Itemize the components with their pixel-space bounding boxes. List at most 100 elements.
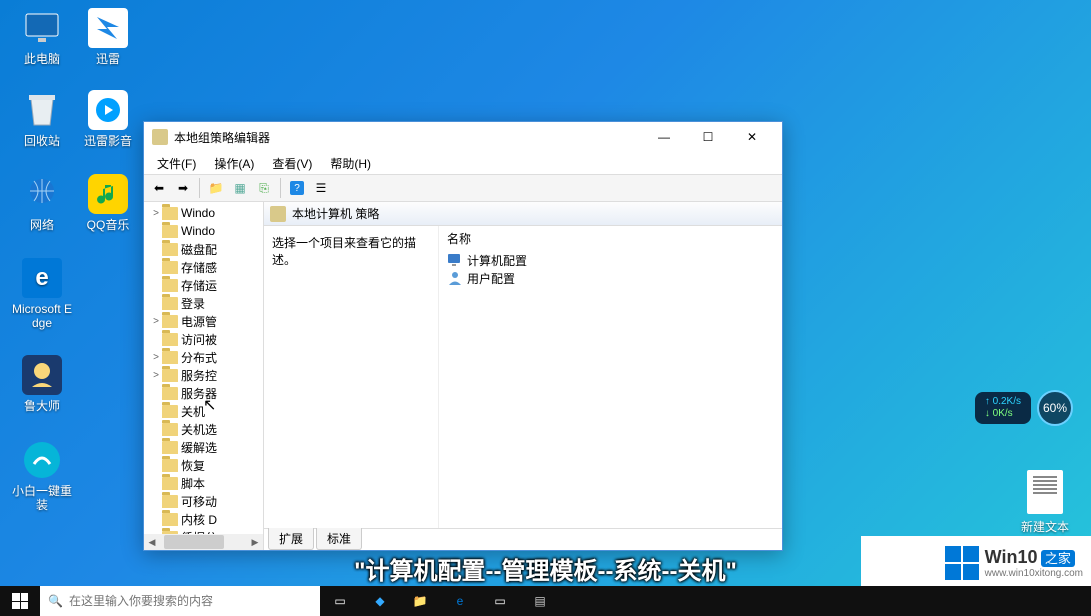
tree-item[interactable]: 关机选 xyxy=(144,420,263,438)
up-button[interactable]: 📁 xyxy=(205,177,227,199)
list-item-label: 用户配置 xyxy=(467,270,515,287)
tree-item[interactable]: 关机 xyxy=(144,402,263,420)
minimize-button[interactable]: — xyxy=(642,123,686,151)
scroll-left-icon[interactable]: ◀ xyxy=(144,534,160,550)
tree-item[interactable]: 磁盘配 xyxy=(144,240,263,258)
tree-item[interactable]: 服务器 xyxy=(144,384,263,402)
ludashi-icon xyxy=(22,355,62,395)
windows-logo-icon xyxy=(945,546,979,580)
tree-item-label: 可移动 xyxy=(181,493,217,510)
tree-item[interactable]: Windo xyxy=(144,222,263,240)
list-item-computer-config[interactable]: 计算机配置 xyxy=(447,251,774,269)
close-button[interactable]: ✕ xyxy=(730,123,774,151)
desktop-icon-label: QQ音乐 xyxy=(78,218,138,232)
tree-item[interactable]: 恢复 xyxy=(144,456,263,474)
tree-item[interactable]: > 分布式 xyxy=(144,348,263,366)
tree-item[interactable]: 存储感 xyxy=(144,258,263,276)
column-header-name[interactable]: 名称 xyxy=(447,230,774,247)
tree-item[interactable]: 内核 D xyxy=(144,510,263,528)
details-button[interactable]: ☰ xyxy=(310,177,332,199)
expand-icon[interactable]: > xyxy=(150,208,162,219)
toolbar: ⬅ ➡ 📁 ▦ ⎘ ? ☰ xyxy=(144,174,782,202)
desktop-icon-qqmusic[interactable]: QQ音乐 xyxy=(78,174,138,232)
folder-up-icon: 📁 xyxy=(209,181,224,195)
start-button[interactable] xyxy=(0,586,40,616)
description-pane: 选择一个项目来查看它的描述。 xyxy=(264,226,439,528)
menu-view[interactable]: 查看(V) xyxy=(264,153,320,174)
desktop-icon-ludashi[interactable]: 鲁大师 xyxy=(12,355,72,413)
export-button[interactable]: ⎘ xyxy=(253,177,275,199)
tree-item[interactable]: 存储运 xyxy=(144,276,263,294)
taskbar-app-2[interactable]: 📁 xyxy=(400,586,440,616)
titlebar[interactable]: 本地组策略编辑器 — ☐ ✕ xyxy=(144,122,782,152)
taskbar-app-3[interactable]: e xyxy=(440,586,480,616)
folder-icon xyxy=(162,351,178,364)
folder-icon xyxy=(162,441,178,454)
back-button[interactable]: ⬅ xyxy=(148,177,170,199)
tree-item-label: 分布式 xyxy=(181,349,217,366)
forward-button[interactable]: ➡ xyxy=(172,177,194,199)
network-monitor-widget[interactable]: ↑ 0.2K/s ↓ 0K/s 60% xyxy=(975,390,1073,426)
watermark-badge: 之家 xyxy=(1041,550,1075,567)
search-input[interactable] xyxy=(69,594,312,608)
menu-file[interactable]: 文件(F) xyxy=(149,153,204,174)
tree-item[interactable]: > 服务控 xyxy=(144,366,263,384)
tree-item[interactable]: 脚本 xyxy=(144,474,263,492)
upload-speed: 0.2K/s xyxy=(993,396,1021,407)
scroll-thumb[interactable] xyxy=(164,535,224,549)
horizontal-scrollbar[interactable]: ◀ ▶ xyxy=(144,534,263,550)
menu-help[interactable]: 帮助(H) xyxy=(322,153,379,174)
tree-item[interactable]: 登录 xyxy=(144,294,263,312)
tree-item-label: 服务控 xyxy=(181,367,217,384)
tree-item[interactable]: 可移动 xyxy=(144,492,263,510)
task-view-button[interactable]: ▭ xyxy=(320,586,360,616)
expand-icon[interactable]: > xyxy=(150,370,162,381)
folder-icon xyxy=(162,405,178,418)
desktop-icon-network[interactable]: 网络 xyxy=(12,174,72,232)
maximize-button[interactable]: ☐ xyxy=(686,123,730,151)
desktop-icon-label: 鲁大师 xyxy=(12,399,72,413)
taskbar: 🔍 ▭ ◆ 📁 e ▭ ▤ xyxy=(0,586,1091,616)
help-button[interactable]: ? xyxy=(286,177,308,199)
expand-icon[interactable]: > xyxy=(150,352,162,363)
xiaobai-icon xyxy=(22,440,62,480)
desktop-icon-xiaobai[interactable]: 小白一键重装 xyxy=(12,440,72,512)
folder-icon xyxy=(162,477,178,490)
tab-extended[interactable]: 扩展 xyxy=(268,528,314,550)
tab-standard[interactable]: 标准 xyxy=(316,528,362,550)
desktop-icon-recycle-bin[interactable]: 回收站 xyxy=(12,90,72,148)
content-pane: 本地计算机 策略 选择一个项目来查看它的描述。 名称 计算机配置 用户配置 xyxy=(264,202,782,550)
tree-item[interactable]: 缓解选 xyxy=(144,438,263,456)
desktop-icon-xunlei-video[interactable]: 迅雷影音 xyxy=(78,90,138,148)
scroll-right-icon[interactable]: ▶ xyxy=(247,534,263,550)
desktop-icon-label: 迅雷影音 xyxy=(78,134,138,148)
tree-pane[interactable]: >Windo Windo 磁盘配存储感存储运登录>电源管访问被 > 分布式 > 服务控服务器… xyxy=(144,202,264,550)
tree-item-label: 内核 D xyxy=(181,511,217,528)
user-config-icon xyxy=(447,270,463,286)
search-box[interactable]: 🔍 xyxy=(40,586,320,616)
menu-action[interactable]: 操作(A) xyxy=(206,153,262,174)
folder-icon xyxy=(162,279,178,292)
properties-button[interactable]: ▦ xyxy=(229,177,251,199)
tree-item-label: 服务器 xyxy=(181,385,217,402)
gpedit-window: 本地组策略编辑器 — ☐ ✕ 文件(F) 操作(A) 查看(V) 帮助(H) ⬅… xyxy=(143,121,783,551)
computer-config-icon xyxy=(447,252,463,268)
folder-icon xyxy=(162,297,178,310)
taskbar-app-1[interactable]: ◆ xyxy=(360,586,400,616)
desktop-icon-xunlei[interactable]: 迅雷 xyxy=(78,8,138,66)
desktop-icon-edge[interactable]: e Microsoft Edge xyxy=(12,258,72,330)
expand-icon[interactable]: > xyxy=(150,316,162,327)
tree-item[interactable]: >Windo xyxy=(144,204,263,222)
desktop-icon-this-pc[interactable]: 此电脑 xyxy=(12,8,72,66)
tree-item-label: 存储运 xyxy=(181,277,217,294)
taskbar-app-5[interactable]: ▤ xyxy=(520,586,560,616)
tree-item-label: Windo xyxy=(181,224,215,238)
desktop-icon-label: 回收站 xyxy=(12,134,72,148)
tree-item[interactable]: >电源管 xyxy=(144,312,263,330)
app-icon: ◆ xyxy=(375,594,384,608)
taskbar-app-4[interactable]: ▭ xyxy=(480,586,520,616)
list-item-user-config[interactable]: 用户配置 xyxy=(447,269,774,287)
tree-item[interactable]: 访问被 xyxy=(144,330,263,348)
network-icon xyxy=(22,174,62,214)
window-title: 本地组策略编辑器 xyxy=(174,129,642,146)
